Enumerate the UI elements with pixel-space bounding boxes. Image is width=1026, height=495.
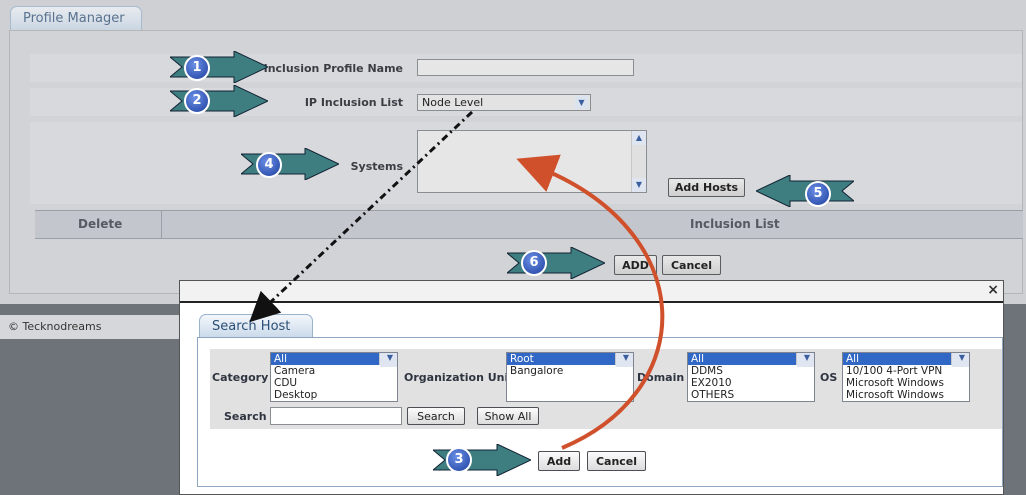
callout-badge-6: 6 [521,250,547,276]
callout-badge-3: 3 [446,447,472,473]
dotted-connector-arrow [249,110,474,323]
red-curved-connector-arrow [516,154,665,450]
callout-badge-1: 1 [184,55,210,81]
callout-badge-4: 4 [256,152,282,178]
callout-badge-5: 5 [805,181,831,207]
callout-badge-2: 2 [184,88,210,114]
callout-connectors [249,110,665,450]
